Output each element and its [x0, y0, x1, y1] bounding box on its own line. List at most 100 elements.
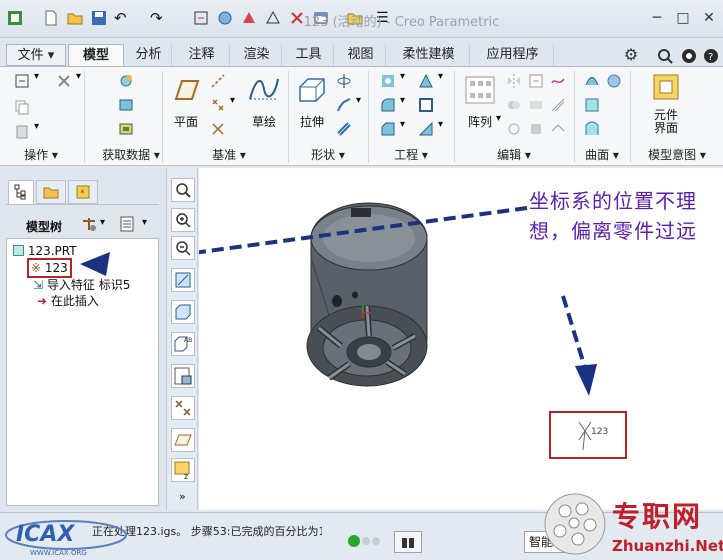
- pattern-icon[interactable]: [464, 75, 496, 105]
- dropdown-arrow-icon[interactable]: ▾: [356, 95, 372, 111]
- draft-icon[interactable]: [418, 73, 434, 89]
- sweep-icon[interactable]: [336, 97, 352, 113]
- plane-button-label[interactable]: 平面: [166, 113, 206, 130]
- spin-center-button[interactable]: z: [171, 458, 195, 482]
- tree-item-csys[interactable]: ※ 123: [27, 258, 72, 278]
- group-engineering[interactable]: 工程 ▾: [370, 146, 452, 164]
- round-icon[interactable]: [380, 97, 396, 113]
- group-datum[interactable]: 基准 ▾: [170, 146, 288, 164]
- regenerate-icon[interactable]: [14, 73, 30, 89]
- datum-display-button[interactable]: [171, 396, 195, 420]
- swept-blend-icon[interactable]: [336, 121, 352, 137]
- selection-filter-button[interactable]: [394, 531, 422, 553]
- solidify-icon[interactable]: [528, 121, 544, 137]
- part-model[interactable]: [306, 202, 428, 387]
- user-defined-feature-icon[interactable]: [118, 73, 134, 89]
- group-shapes[interactable]: 形状 ▾: [290, 146, 366, 164]
- shell-icon[interactable]: [418, 97, 434, 113]
- svg-text:WWW.ICAX.ORG: WWW.ICAX.ORG: [30, 549, 87, 557]
- intersect-icon[interactable]: [506, 121, 522, 137]
- component-interface-label[interactable]: 元件 界面: [644, 109, 688, 135]
- project-icon[interactable]: [550, 73, 566, 89]
- shrinkwrap-icon[interactable]: [118, 121, 134, 137]
- hole-icon[interactable]: [380, 73, 396, 89]
- zoom-in-button[interactable]: [171, 208, 195, 232]
- chamfer-icon[interactable]: [380, 121, 396, 137]
- repaint-button[interactable]: [171, 268, 195, 292]
- freestyle-icon[interactable]: [584, 121, 600, 137]
- group-editing[interactable]: 编辑 ▾: [456, 146, 572, 164]
- extend-icon[interactable]: [528, 73, 544, 89]
- mirror-icon[interactable]: [506, 73, 522, 89]
- display-style-button[interactable]: [171, 300, 195, 324]
- tab-model[interactable]: 模型: [68, 44, 124, 67]
- dropdown-arrow-icon[interactable]: ▾: [230, 95, 246, 111]
- minimize-button[interactable]: ─: [648, 9, 666, 27]
- delete-icon[interactable]: [56, 73, 72, 89]
- revolve-icon[interactable]: [336, 73, 352, 89]
- group-model-intent[interactable]: 模型意图 ▾: [632, 146, 722, 164]
- trim-icon[interactable]: [528, 97, 544, 113]
- search-icon[interactable]: [656, 47, 674, 65]
- favorites-tab[interactable]: *: [68, 180, 98, 204]
- tree-item-insert-here[interactable]: ➜ 在此插入: [37, 293, 99, 309]
- model-tree-tab[interactable]: [8, 180, 34, 204]
- dropdown-arrow-icon[interactable]: ▾: [438, 119, 454, 135]
- copy-icon[interactable]: [14, 99, 30, 115]
- coordinate-system-icon[interactable]: [210, 121, 226, 137]
- tree-item-part[interactable]: 123.PRT: [13, 243, 77, 259]
- graphics-window[interactable]: 123 坐标系的位置不理想，偏离零件过远: [118, 168, 723, 510]
- dropdown-arrow-icon[interactable]: ▾: [438, 71, 454, 87]
- offset-icon[interactable]: [550, 97, 566, 113]
- thicken-icon[interactable]: [550, 121, 566, 137]
- tab-render[interactable]: 渲染: [232, 44, 282, 66]
- settings-icon[interactable]: ⚙: [622, 46, 640, 64]
- dropdown-arrow-icon[interactable]: ▾: [34, 121, 50, 137]
- paste-icon[interactable]: [14, 123, 30, 139]
- view-manager-button[interactable]: [171, 364, 195, 388]
- tab-file[interactable]: 文件 ▾: [6, 44, 66, 66]
- refit-button[interactable]: [171, 178, 195, 202]
- tree-item-import-feature[interactable]: ⇲ 导入特征 标识5: [33, 277, 130, 293]
- tree-settings-icon[interactable]: [80, 215, 98, 233]
- rib-icon[interactable]: [418, 121, 434, 137]
- zoom-out-button[interactable]: [171, 236, 195, 260]
- boundary-blend-icon[interactable]: [584, 73, 600, 89]
- fill-icon[interactable]: [584, 97, 600, 113]
- more-icon[interactable]: »: [179, 490, 186, 503]
- close-button[interactable]: ✕: [700, 9, 718, 27]
- dropdown-arrow-icon[interactable]: ▾: [34, 71, 50, 87]
- dropdown-arrow-icon[interactable]: ▾: [400, 71, 416, 87]
- tab-analysis[interactable]: 分析: [126, 44, 172, 66]
- style-icon[interactable]: [606, 73, 622, 89]
- saved-orientations-button[interactable]: AB: [171, 332, 195, 356]
- show-icon[interactable]: [118, 215, 136, 233]
- extrude-icon[interactable]: [296, 75, 328, 105]
- datum-point-icon[interactable]: [210, 97, 226, 113]
- merge-icon[interactable]: [506, 97, 522, 113]
- sketch-icon[interactable]: [248, 75, 280, 105]
- pattern-button-label[interactable]: 阵列: [460, 113, 500, 130]
- datum-plane-icon[interactable]: [170, 75, 202, 105]
- copy-geometry-icon[interactable]: [118, 97, 134, 113]
- sketch-button-label[interactable]: 草绘: [246, 113, 282, 130]
- dropdown-arrow-icon[interactable]: ▾: [400, 119, 416, 135]
- dropdown-arrow-icon[interactable]: ▾: [400, 95, 416, 111]
- group-surfaces[interactable]: 曲面 ▾: [576, 146, 628, 164]
- component-interface-icon[interactable]: [650, 73, 682, 103]
- plane-display-button[interactable]: [171, 428, 195, 452]
- community-icon[interactable]: [680, 47, 698, 65]
- tab-view[interactable]: 视图: [336, 44, 386, 66]
- tab-flexible-modeling[interactable]: 柔性建模: [388, 44, 470, 66]
- tab-applications[interactable]: 应用程序: [472, 44, 554, 66]
- dropdown-arrow-icon[interactable]: ▾: [100, 217, 105, 228]
- tab-tools[interactable]: 工具: [284, 44, 334, 66]
- help-icon[interactable]: ?: [702, 47, 720, 65]
- folder-browser-tab[interactable]: [36, 180, 66, 204]
- dropdown-arrow-icon[interactable]: ▾: [142, 217, 147, 228]
- tab-annotate[interactable]: 注释: [174, 44, 230, 66]
- maximize-button[interactable]: □: [674, 9, 692, 27]
- extrude-button-label[interactable]: 拉伸: [292, 113, 332, 130]
- group-operations[interactable]: 操作 ▾: [0, 146, 82, 164]
- datum-axis-icon[interactable]: [210, 73, 226, 89]
